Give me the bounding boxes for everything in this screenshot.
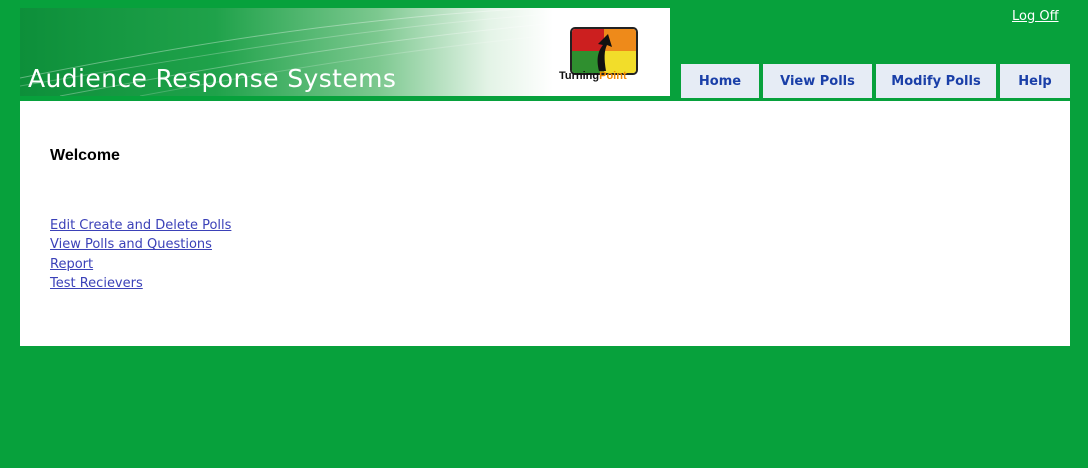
link-view-polls-questions[interactable]: View Polls and Questions bbox=[50, 235, 231, 254]
app-title: Audience Response Systems bbox=[28, 64, 397, 93]
link-report[interactable]: Report bbox=[50, 255, 231, 274]
tab-home[interactable]: Home bbox=[681, 64, 759, 98]
header-banner: Audience Response Systems TurningPoint bbox=[20, 8, 670, 96]
tab-help[interactable]: Help bbox=[1000, 64, 1070, 98]
tab-modify-polls[interactable]: Modify Polls bbox=[876, 64, 996, 98]
tab-view-polls[interactable]: View Polls bbox=[763, 64, 872, 98]
quick-links-list: Edit Create and Delete Polls View Polls … bbox=[50, 216, 231, 294]
turningpoint-logo-icon bbox=[570, 27, 638, 75]
main-content-panel: Welcome Edit Create and Delete Polls Vie… bbox=[20, 101, 1070, 346]
logoff-link[interactable]: Log Off bbox=[1012, 9, 1059, 24]
link-edit-create-delete-polls[interactable]: Edit Create and Delete Polls bbox=[50, 216, 231, 235]
page-title: Welcome bbox=[50, 147, 120, 164]
link-test-receivers[interactable]: Test Recievers bbox=[50, 274, 231, 293]
logo-wordmark: TurningPoint bbox=[559, 70, 627, 82]
